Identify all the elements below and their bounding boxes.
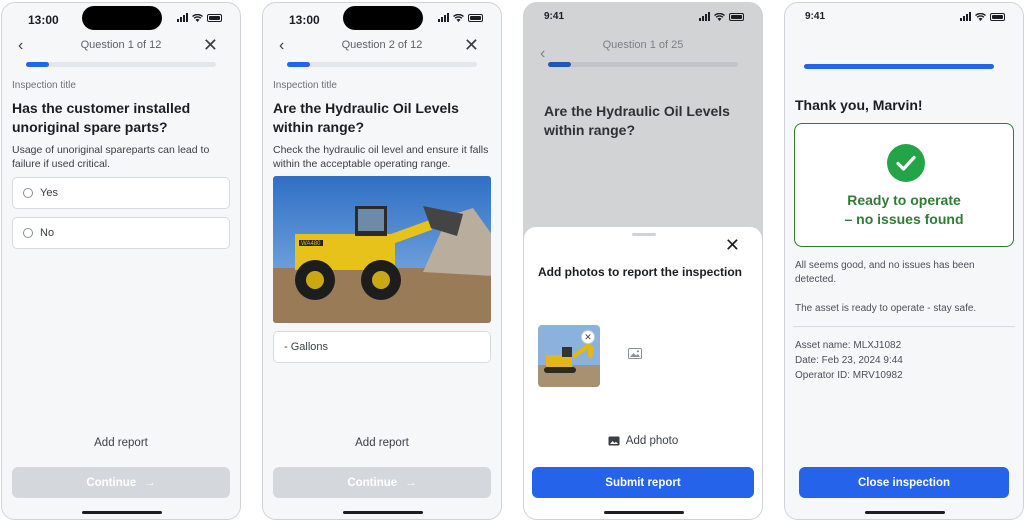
close-icon[interactable]: ✕ (464, 35, 479, 56)
progress-fill (548, 62, 571, 67)
status-card: Ready to operate – no issues found (794, 123, 1014, 247)
safety-message: The asset is ready to operate - stay saf… (795, 303, 977, 314)
inspection-title-label: Inspection title (12, 80, 76, 91)
sheet-title: Add photos to report the inspection (538, 265, 742, 279)
gallons-input[interactable]: - Gallons (273, 331, 491, 363)
signal-icon (960, 12, 971, 21)
wifi-icon (192, 13, 203, 22)
home-indicator (343, 511, 423, 514)
screen-question-1: 13:00 ‹ Question 1 of 12 ✕ Inspection ti… (1, 2, 241, 520)
progress-fill (26, 62, 49, 67)
dynamic-island (82, 6, 162, 30)
asset-name: Asset name: MLXJ1082 (795, 340, 902, 351)
status-bar: 9:41 (524, 3, 762, 33)
progress-bar (26, 62, 216, 67)
question-heading: Are the Hydraulic Oil Levels within rang… (544, 103, 730, 138)
home-indicator (604, 511, 684, 514)
arrow-right-icon: → (405, 476, 417, 489)
sheet-grabber[interactable] (632, 233, 656, 236)
status-icons (438, 13, 483, 22)
battery-icon (468, 13, 483, 22)
add-photo-label: Add photo (625, 435, 679, 447)
loader-image: WA480 (273, 176, 491, 323)
result-message: All seems good, and no issues has been d… (795, 260, 975, 285)
status-time: 13:00 (289, 13, 320, 27)
question-counter: Question 1 of 25 (602, 39, 684, 51)
continue-button[interactable]: Continue → (273, 467, 491, 498)
status-line-1: Ready to operate (847, 192, 961, 208)
status-bar: 9:41 (785, 3, 1023, 33)
close-inspection-button[interactable]: Close inspection (799, 467, 1009, 498)
home-indicator (82, 511, 162, 514)
option-label: Yes (40, 187, 58, 199)
screen-add-photos: 9:41 ‹ Question 1 of 25 Are the Hydrauli… (523, 2, 763, 520)
image-placeholder-icon[interactable] (628, 348, 642, 359)
header: ‹ Question 1 of 12 ✕ (2, 35, 240, 57)
continue-label: Continue (347, 476, 398, 489)
option-label: No (40, 227, 55, 239)
progress-bar (287, 62, 477, 67)
add-report-link[interactable]: Add report (2, 437, 240, 449)
question-description: Usage of unoriginal spareparts can lead … (12, 144, 210, 170)
option-no[interactable]: No (12, 217, 230, 249)
wheel-loader-photo: WA480 (273, 176, 491, 323)
header: ‹ Question 2 of 12 ✕ (263, 35, 501, 57)
question-description: Check the hydraulic oil level and ensure… (273, 144, 489, 170)
status-text: Ready to operate – no issues found (795, 191, 1013, 229)
battery-icon (729, 12, 744, 21)
progress-bar (548, 62, 738, 67)
progress-fill (287, 62, 310, 67)
check-circle-icon (887, 144, 925, 182)
header: ‹ Question 1 of 25 (524, 35, 762, 62)
radio-icon (23, 188, 33, 198)
status-icons (960, 12, 1005, 21)
status-bar: 13:00 (263, 3, 501, 33)
question-heading: Has the customer installed unoriginal sp… (12, 100, 191, 135)
photo-thumbnail[interactable]: ✕ (538, 325, 600, 387)
wifi-icon (453, 13, 464, 22)
thank-you-heading: Thank you, Marvin! (795, 97, 923, 113)
wifi-icon (975, 12, 986, 21)
status-time: 9:41 (544, 11, 565, 22)
status-time: 13:00 (28, 13, 59, 27)
submit-report-button[interactable]: Submit report (532, 467, 754, 498)
question-heading: Are the Hydraulic Oil Levels within rang… (273, 100, 459, 135)
arrow-right-icon: → (144, 476, 156, 489)
signal-icon (177, 13, 188, 22)
status-icons (177, 13, 222, 22)
divider (793, 326, 1015, 327)
dynamic-island (343, 6, 423, 30)
add-photo-button[interactable]: Add photo (524, 435, 762, 447)
close-icon[interactable]: ✕ (203, 35, 218, 56)
model-label: WA480 (301, 241, 321, 247)
status-bar: 13:00 (2, 3, 240, 33)
status-time: 9:41 (805, 11, 826, 22)
status-icons (699, 12, 744, 21)
radio-icon (23, 228, 33, 238)
screen-completion: 9:41 Thank you, Marvin! Ready to operate… (784, 2, 1024, 520)
option-yes[interactable]: Yes (12, 177, 230, 209)
inspection-title-label: Inspection title (273, 80, 337, 91)
close-icon[interactable]: ✕ (725, 235, 740, 256)
add-photos-sheet: ✕ Add photos to report the inspection ✕ … (524, 227, 762, 519)
image-icon (608, 436, 620, 446)
remove-photo-icon[interactable]: ✕ (581, 330, 595, 344)
progress-bar-complete (804, 64, 994, 69)
battery-icon (990, 12, 1005, 21)
operator-id: Operator ID: MRV10982 (795, 370, 903, 381)
continue-label: Continue (86, 476, 137, 489)
home-indicator (865, 511, 945, 514)
continue-button[interactable]: Continue → (12, 467, 230, 498)
battery-icon (207, 13, 222, 22)
signal-icon (438, 13, 449, 22)
add-report-link[interactable]: Add report (263, 437, 501, 449)
inspection-date: Date: Feb 23, 2024 9:44 (795, 355, 903, 366)
wifi-icon (714, 12, 725, 21)
screen-question-2: 13:00 ‹ Question 2 of 12 ✕ Inspection ti… (262, 2, 502, 520)
signal-icon (699, 12, 710, 21)
status-line-2: – no issues found (844, 211, 964, 227)
